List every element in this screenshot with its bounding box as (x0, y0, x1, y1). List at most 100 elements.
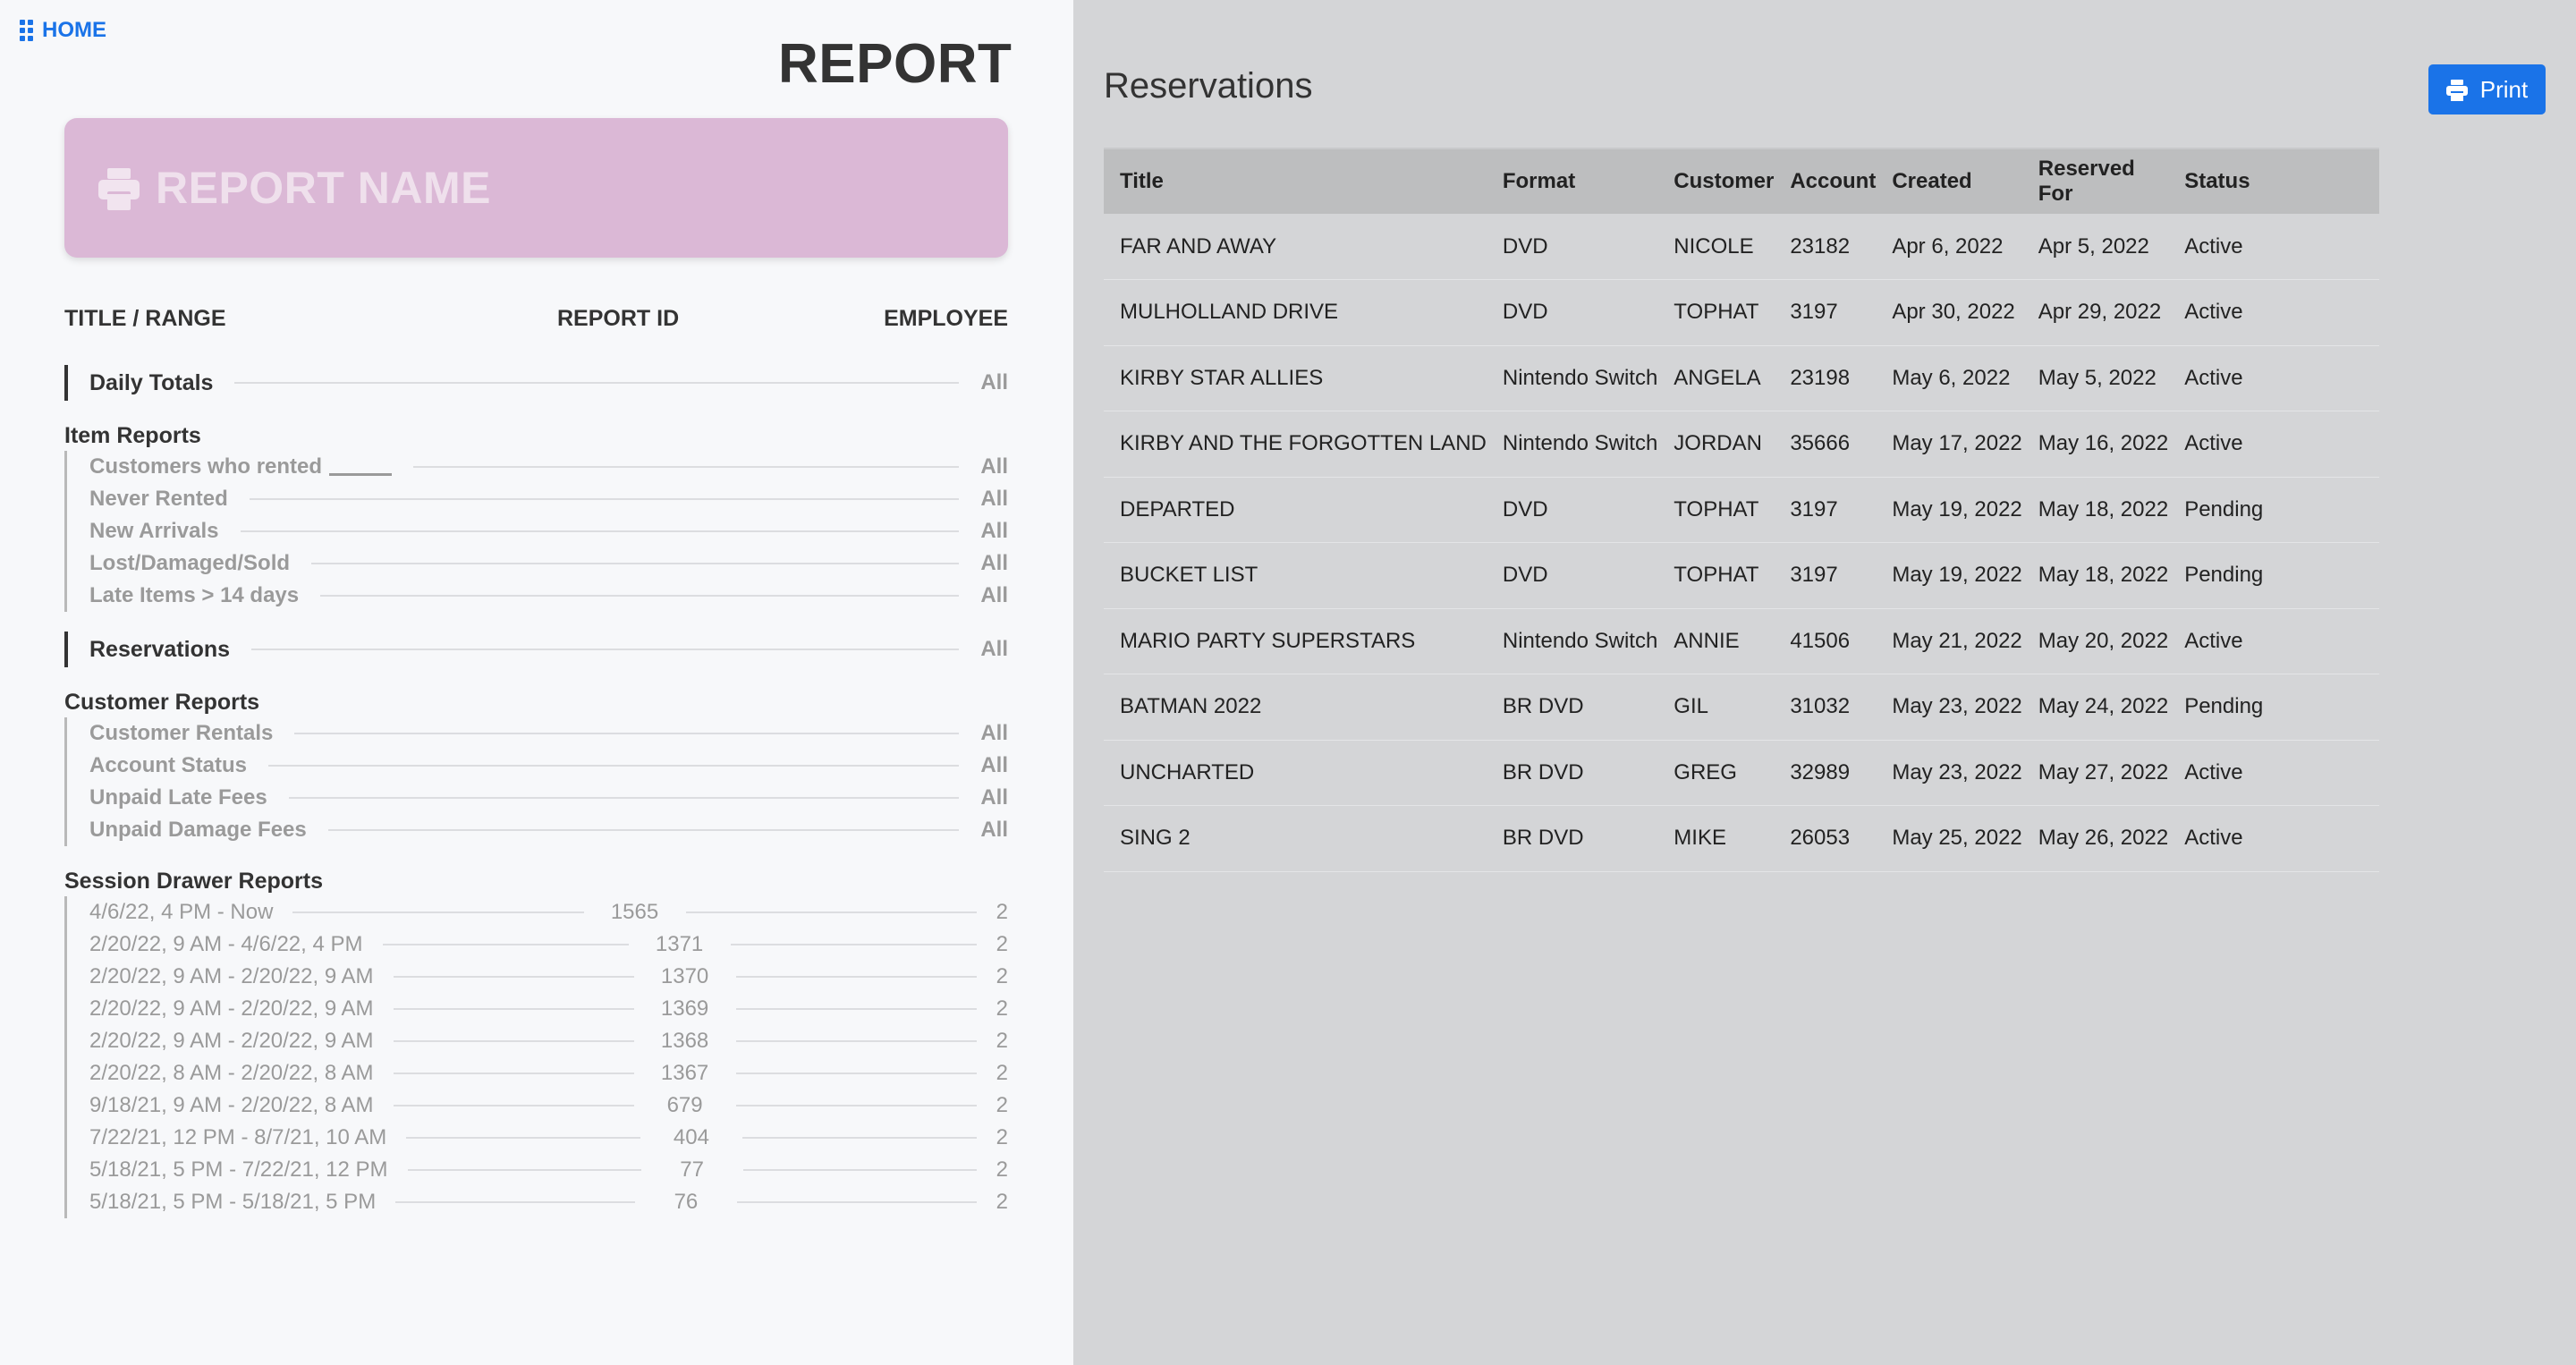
session-report-item[interactable]: 4/6/22, 4 PM - Now 1565 2 (89, 896, 1008, 928)
report-item-label: New Arrivals (89, 519, 219, 543)
report-item-daily-totals[interactable]: Daily Totals All (64, 365, 1008, 401)
reserved-for-cell: May 20, 2022 (2038, 628, 2169, 653)
report-item-unpaid-late-fees[interactable]: Unpaid Late Fees All (89, 782, 1008, 814)
column-header[interactable]: Status (2168, 148, 2379, 214)
column-header-title-range: TITLE / RANGE (64, 306, 226, 331)
format-cell: DVD (1502, 233, 1548, 259)
column-header-employee: EMPLOYEE (884, 306, 1008, 331)
session-range: 7/22/21, 12 PM - 8/7/21, 10 AM (89, 1125, 387, 1149)
account-cell: 31032 (1790, 694, 1851, 719)
leader-line (292, 911, 584, 913)
session-report-item[interactable]: 2/20/22, 9 AM - 2/20/22, 9 AM 1368 2 (89, 1025, 1008, 1057)
table-row[interactable]: MULHOLLAND DRIVE DVD TOPHAT 3197 Apr 30, 202… (1104, 280, 2379, 345)
title-cell: MULHOLLAND DRIVE (1120, 300, 1339, 325)
format-cell: Nintendo Switch (1502, 365, 1658, 390)
report-item-value: All (980, 454, 1008, 479)
home-link[interactable]: HOME (20, 18, 106, 43)
reservations-table: Title Format Customer Account Created Re… (1104, 148, 2379, 872)
column-header[interactable]: Account (1774, 148, 1877, 214)
report-column-headers: TITLE / RANGE REPORT ID EMPLOYEE (64, 306, 1008, 333)
account-cell: 35666 (1790, 431, 1851, 456)
page-title: REPORT (778, 33, 1013, 95)
customer-cell: GREG (1674, 759, 1737, 784)
session-report-item[interactable]: 5/18/21, 5 PM - 7/22/21, 12 PM 77 2 (89, 1154, 1008, 1186)
created-cell: May 19, 2022 (1892, 563, 2022, 588)
table-row[interactable]: FAR AND AWAY DVD NICOLE 23182 Apr 6, 2022 Apr… (1104, 214, 2379, 280)
table-row[interactable]: UNCHARTED BR DVD GREG 32989 May 23, 2022 May … (1104, 740, 2379, 806)
title-cell: BATMAN 2022 (1120, 694, 1262, 719)
column-header[interactable]: Customer (1657, 148, 1775, 214)
leader-line (249, 498, 960, 500)
session-report-item[interactable]: 7/22/21, 12 PM - 8/7/21, 10 AM 404 2 (89, 1122, 1008, 1154)
report-item-reservations[interactable]: Reservations All (64, 632, 1008, 667)
column-header[interactable]: Title (1104, 148, 1487, 214)
session-range: 2/20/22, 9 AM - 2/20/22, 9 AM (89, 996, 374, 1021)
session-report-item[interactable]: 2/20/22, 9 AM - 2/20/22, 9 AM 1370 2 (89, 961, 1008, 993)
blank-fill-line (329, 473, 393, 477)
report-item-customer-rentals[interactable]: Customer Rentals All (89, 717, 1008, 750)
status-cell: Pending (2184, 563, 2264, 588)
format-cell: BR DVD (1502, 759, 1584, 784)
leader-line (735, 1008, 977, 1010)
report-item-value: All (980, 721, 1008, 745)
report-item-late-items[interactable]: Late Items > 14 days All (89, 580, 1008, 612)
report-item-label: Late Items > 14 days (89, 583, 300, 607)
report-panel: HOME REPORT REPORT NAME TITLE / RANGE RE… (0, 0, 1073, 1365)
leader-line (735, 1105, 977, 1106)
customer-cell: TOPHAT (1674, 563, 1759, 588)
app: HOME REPORT REPORT NAME TITLE / RANGE RE… (0, 0, 2576, 1365)
table-row[interactable]: MARIO PARTY SUPERSTARS Nintendo Switch ANN… (1104, 608, 2379, 674)
title-cell: DEPARTED (1120, 496, 1235, 521)
leader-line (742, 1169, 977, 1171)
account-cell: 23182 (1790, 233, 1851, 259)
column-header[interactable]: Format (1486, 148, 1658, 214)
report-name-card: REPORT NAME (64, 118, 1008, 258)
session-range: 4/6/22, 4 PM - Now (89, 900, 274, 924)
table-row[interactable]: BUCKET LIST DVD TOPHAT 3197 May 19, 2022 May … (1104, 543, 2379, 608)
customer-cell: ANNIE (1674, 628, 1740, 653)
table-header-row: Title Format Customer Account Created Re… (1104, 148, 2379, 214)
report-item-lost-damaged-sold[interactable]: Lost/Damaged/Sold All (89, 547, 1008, 580)
session-report-item[interactable]: 2/20/22, 9 AM - 2/20/22, 9 AM 1369 2 (89, 993, 1008, 1025)
session-employee: 2 (996, 1157, 1009, 1182)
created-cell: Apr 6, 2022 (1892, 233, 2004, 259)
reserved-for-cell: May 18, 2022 (2038, 563, 2169, 588)
print-button[interactable]: Print (2428, 64, 2546, 114)
report-item-value: All (980, 818, 1008, 842)
leader-line (735, 1040, 977, 1042)
format-cell: Nintendo Switch (1502, 431, 1658, 456)
session-report-id: 404 (673, 1125, 709, 1149)
leader-line (327, 829, 960, 831)
session-employee: 2 (996, 964, 1009, 988)
table-row[interactable]: SING 2 BR DVD MIKE 26053 May 25, 2022 May 26,… (1104, 806, 2379, 871)
session-employee: 2 (996, 1093, 1009, 1117)
report-item-account-status[interactable]: Account Status All (89, 750, 1008, 782)
session-report-item[interactable]: 5/18/21, 5 PM - 5/18/21, 5 PM 76 2 (89, 1186, 1008, 1218)
printer-icon (98, 168, 140, 210)
status-cell: Active (2184, 365, 2243, 390)
status-cell: Active (2184, 826, 2243, 851)
session-report-id: 679 (666, 1093, 703, 1117)
session-range: 2/20/22, 9 AM - 2/20/22, 9 AM (89, 1029, 374, 1053)
report-name: REPORT NAME (156, 163, 491, 213)
table-row[interactable]: KIRBY AND THE FORGOTTEN LAND Nintendo Swi… (1104, 411, 2379, 477)
session-report-id: 1370 (660, 964, 709, 988)
report-item-new-arrivals[interactable]: New Arrivals All (89, 515, 1008, 547)
session-report-item[interactable]: 2/20/22, 9 AM - 4/6/22, 4 PM 1371 2 (89, 928, 1008, 961)
report-item-customers-who-rented[interactable]: Customers who rented All (89, 451, 1008, 483)
leader-line (311, 563, 960, 564)
session-employee: 2 (996, 900, 1008, 924)
table-row[interactable]: BATMAN 2022 BR DVD GIL 31032 May 23, 2022 May… (1104, 674, 2379, 740)
column-header[interactable]: Reserved For (2021, 148, 2169, 214)
session-report-item[interactable]: 2/20/22, 8 AM - 2/20/22, 8 AM 1367 2 (89, 1057, 1008, 1089)
report-item-unpaid-damage-fees[interactable]: Unpaid Damage Fees All (89, 814, 1008, 846)
session-employee: 2 (996, 1125, 1008, 1149)
reserved-for-cell: Apr 5, 2022 (2038, 233, 2149, 259)
table-row[interactable]: KIRBY STAR ALLIES Nintendo Switch ANGELA 23… (1104, 345, 2379, 411)
report-item-never-rented[interactable]: Never Rented All (89, 483, 1008, 515)
customer-reports-list: Customer Rentals All Account Status All … (64, 717, 1008, 846)
table-row[interactable]: DEPARTED DVD TOPHAT 3197 May 19, 2022 May 18,… (1104, 477, 2379, 543)
session-report-item[interactable]: 9/18/21, 9 AM - 2/20/22, 8 AM 679 2 (89, 1089, 1008, 1122)
column-header[interactable]: Created (1876, 148, 2022, 214)
leader-line (685, 911, 977, 913)
